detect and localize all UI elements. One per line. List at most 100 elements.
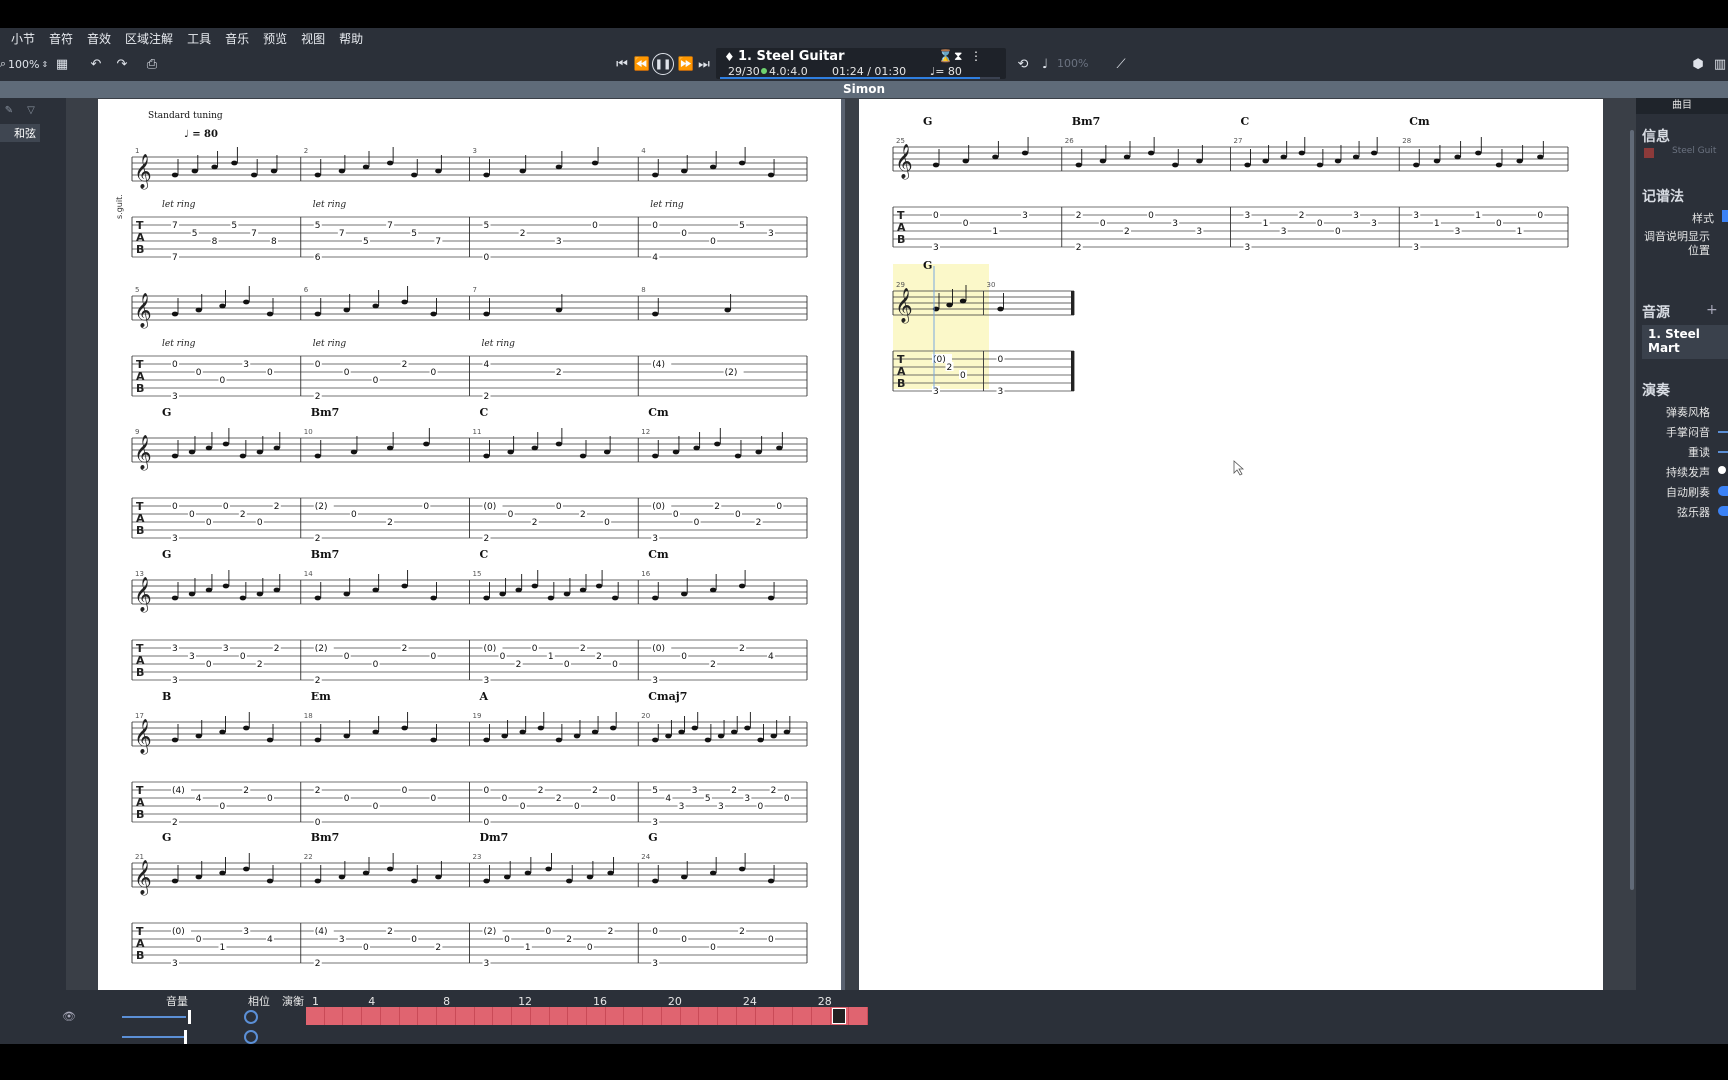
timeline-bar-cell[interactable] <box>493 1007 513 1025</box>
timeline-bar-cell[interactable] <box>756 1007 775 1025</box>
timeline-bar-cell[interactable] <box>812 1007 831 1025</box>
sub-volume-handle[interactable] <box>184 1030 187 1044</box>
tab-number: 2 <box>257 660 263 670</box>
palm-mute-slider[interactable] <box>1718 431 1728 433</box>
count-in-icon[interactable]: ⧗ <box>954 49 962 64</box>
notehead <box>401 299 408 305</box>
timeline-bar-cell[interactable] <box>774 1007 794 1025</box>
timeline-bar-cell[interactable] <box>362 1007 381 1025</box>
menu-item-music[interactable]: 音乐 <box>218 30 256 47</box>
tab-number: 2 <box>435 943 441 953</box>
menu-item-sections[interactable]: 区域注解 <box>118 30 180 47</box>
timeline-bar-cell[interactable] <box>343 1007 363 1025</box>
pitch-icon[interactable]: ⟋ <box>1111 54 1131 74</box>
timeline-bar-cell[interactable] <box>437 1007 456 1025</box>
menu-item-note[interactable]: 音符 <box>42 30 80 47</box>
timeline-bar-cell[interactable] <box>325 1007 344 1025</box>
tab-number: 0 <box>556 502 562 512</box>
pan-knob[interactable] <box>244 1010 258 1024</box>
visibility-icon[interactable]: 👁 <box>62 1010 76 1023</box>
notehead <box>191 168 198 174</box>
track-color-swatch[interactable] <box>1644 148 1654 158</box>
timeline-bar-cell[interactable] <box>849 1007 869 1025</box>
menu-item-effects[interactable]: 音效 <box>80 30 118 47</box>
notehead <box>243 299 250 305</box>
notehead <box>652 172 659 178</box>
timeline-bar-cell[interactable] <box>681 1007 700 1025</box>
timeline-bar-cell[interactable] <box>400 1007 419 1025</box>
volume-slider[interactable] <box>122 1016 186 1018</box>
auto-strum-toggle[interactable] <box>1718 486 1728 496</box>
timeline-bar-cell[interactable] <box>475 1007 494 1025</box>
timeline-bar-cell[interactable] <box>662 1007 681 1025</box>
timeline-bar-cell[interactable] <box>568 1007 588 1025</box>
timeline-bar-cell[interactable] <box>718 1007 737 1025</box>
notehead <box>609 725 617 731</box>
timeline-cursor[interactable] <box>832 1008 846 1024</box>
tab-bass-number: 3 <box>652 818 658 828</box>
menu-item-preview[interactable]: 预览 <box>256 30 294 47</box>
pause-button[interactable]: ❚❚ <box>652 53 674 75</box>
metronome-icon[interactable]: ⌛ <box>938 49 953 63</box>
menu-item-help[interactable]: 帮助 <box>332 30 370 47</box>
timeline-bar-cell[interactable] <box>587 1007 606 1025</box>
funnel-icon[interactable]: ▽ <box>24 104 38 116</box>
speed-value[interactable]: 100% <box>1057 57 1088 70</box>
edit-icon[interactable]: ✎ <box>2 104 16 116</box>
tab-number: 2 <box>274 644 280 654</box>
track-timeline[interactable] <box>306 1007 869 1025</box>
rewind-icon[interactable]: ⏪ <box>632 54 652 74</box>
undo-icon[interactable]: ↶ <box>86 54 106 74</box>
skip-to-start-icon[interactable]: ⏮ <box>612 54 632 74</box>
notehead <box>932 162 940 168</box>
timeline-bar-cell[interactable] <box>793 1007 812 1025</box>
timeline-bar-cell[interactable] <box>381 1007 400 1025</box>
loop-icon[interactable]: ⟲ <box>1013 54 1033 74</box>
tab-number: 5 <box>739 221 745 231</box>
timeline-bar-cell[interactable] <box>531 1007 550 1025</box>
track-name-field[interactable]: Steel Guit <box>1672 146 1716 156</box>
accent-slider[interactable] <box>1718 451 1728 453</box>
notehead <box>1475 150 1482 156</box>
menu-item-view[interactable]: 视图 <box>294 30 332 47</box>
tab-bass-number: 3 <box>998 387 1004 397</box>
menu-item-bar[interactable]: 小节 <box>4 30 42 47</box>
instrument-toggle[interactable] <box>1718 506 1728 516</box>
redo-icon[interactable]: ↷ <box>112 54 132 74</box>
vertical-scrollbar[interactable] <box>1630 130 1634 890</box>
more-icon[interactable]: ⋮ <box>970 49 982 63</box>
timeline-bar-cell[interactable] <box>550 1007 569 1025</box>
add-icon[interactable]: + <box>1706 302 1718 318</box>
print-icon[interactable]: ⎙ <box>142 54 162 74</box>
zoom-select[interactable]: ⌕ 100% ⇕ <box>0 54 48 74</box>
timeline-bar-cell[interactable] <box>512 1007 531 1025</box>
chord-button[interactable]: 和弦 <box>0 124 40 142</box>
panel-toggle-icon[interactable]: ⬢ <box>1688 54 1708 74</box>
timeline-bar-cell[interactable] <box>456 1007 475 1025</box>
layout-split-icon[interactable]: ▥ <box>1710 54 1728 74</box>
sound-track-item[interactable]: 1. Steel Mart <box>1642 325 1728 359</box>
metronome-note-icon[interactable]: ♩ <box>1035 54 1055 74</box>
timeline-bar-cell[interactable] <box>699 1007 719 1025</box>
layout-icon[interactable]: ▦ <box>52 54 72 74</box>
sustain-toggle[interactable] <box>1718 466 1726 474</box>
timeline-bar-cell[interactable] <box>306 1007 325 1025</box>
tab-number: 2 <box>1124 227 1130 237</box>
fast-forward-icon[interactable]: ⏩ <box>676 54 696 74</box>
volume-slider-handle[interactable] <box>188 1010 191 1024</box>
sub-volume-slider[interactable] <box>122 1036 186 1038</box>
skip-to-end-icon[interactable]: ⏭ <box>694 54 714 74</box>
menu-item-tools[interactable]: 工具 <box>180 30 218 47</box>
tab-number: 0 <box>574 802 580 812</box>
notehead <box>962 158 969 164</box>
notehead <box>1262 158 1269 164</box>
style-select[interactable] <box>1722 210 1728 222</box>
timeline-bar-cell[interactable] <box>643 1007 662 1025</box>
timeline-bar-cell[interactable] <box>624 1007 644 1025</box>
tab-number: 0 <box>502 794 508 804</box>
timeline-bar-cell[interactable] <box>418 1007 438 1025</box>
timeline-bar-cell[interactable] <box>737 1007 756 1025</box>
let-ring-label: let ring <box>313 339 347 349</box>
sub-pan-knob[interactable] <box>244 1030 258 1044</box>
timeline-bar-cell[interactable] <box>606 1007 625 1025</box>
